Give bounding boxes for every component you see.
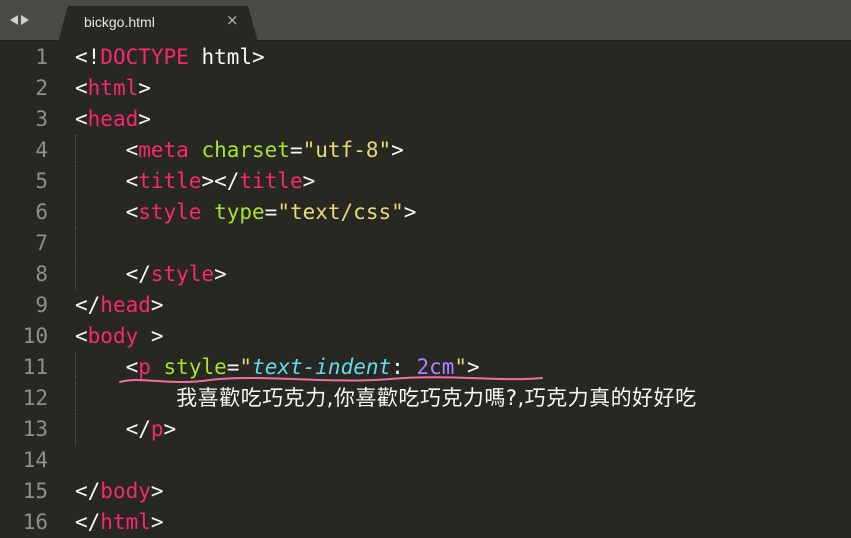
code-token: type [214,200,265,224]
line-number: 2 [35,76,48,100]
code-token: html> [188,45,265,69]
code-token: = [264,200,278,224]
code-editor[interactable]: 1 <!DOCTYPE html> 2 <html> 3 <head> 4 <meta ch… [0,42,851,537]
code-token: html [100,510,151,534]
code-text: </html> [75,507,164,538]
code-text: <meta charset="utf-8"> [75,135,404,166]
code-token: < [75,76,88,100]
code-text: </body> [75,476,164,507]
close-icon[interactable]: × [226,11,239,29]
code-token: body [100,479,151,503]
code-line[interactable]: 4 <meta charset="utf-8"> [0,135,851,166]
code-token: < [75,200,139,224]
code-token: "text/css" [277,200,404,224]
code-line[interactable]: 1 <!DOCTYPE html> [0,42,851,73]
arrow-left-icon[interactable] [10,15,18,25]
code-token: DOCTYPE [100,45,189,69]
code-token: > [150,293,164,317]
code-token: </ [75,479,101,503]
tab-bar: bickgo.html × [0,0,851,42]
line-number: 3 [35,107,48,131]
code-token: style [150,262,215,286]
code-text: </style> [75,259,227,290]
code-token: > [391,138,404,162]
code-token: > [138,324,164,348]
code-text: <title></title> [75,166,316,197]
code-line[interactable]: 2 <html> [0,73,851,104]
code-token: < [75,169,139,193]
code-token: title [138,169,202,193]
code-token: meta [138,138,189,162]
code-token: > [138,107,151,131]
code-line[interactable]: 10 <body > [0,321,851,352]
line-number: 1 [35,45,48,69]
line-number: 13 [22,417,48,441]
line-number: 9 [35,293,48,317]
tab-nav [10,10,29,30]
code-token: </ [75,510,101,534]
code-token: </ [75,417,151,441]
code-text: <head> [75,104,151,135]
code-token: > [214,262,227,286]
line-number: 14 [22,448,48,472]
code-token: title [239,169,303,193]
annotation-underline-stroke [119,376,543,383]
code-token: charset [201,138,290,162]
code-token: > [403,200,417,224]
code-token: > [302,169,316,193]
code-line[interactable]: 14 [0,445,851,476]
code-line[interactable]: 6 <style type="text/css"> [0,197,851,228]
code-token: < [75,107,88,131]
line-number: 11 [22,355,48,379]
code-token: head [87,107,139,131]
code-token: style [138,200,202,224]
code-token: > [150,479,164,503]
code-line[interactable]: 16 </html> [0,507,851,538]
code-token: head [100,293,151,317]
code-token: < [75,324,88,348]
code-text: <!DOCTYPE html> [75,42,265,73]
code-text: <html> [75,73,151,104]
tab-bickgo-html[interactable]: bickgo.html × [58,6,258,42]
code-line[interactable]: 13 </p> [0,414,851,445]
code-line[interactable]: 7 [0,228,851,259]
code-text: <body > [75,321,164,352]
indent-guide [75,228,76,259]
line-number: 16 [22,510,48,534]
line-number: 15 [22,479,48,503]
code-token: </ [75,293,101,317]
code-token: = [289,138,303,162]
code-line[interactable]: 15 </body> [0,476,851,507]
code-token: > [163,417,177,441]
code-token: <! [75,45,101,69]
line-number: 10 [22,324,48,348]
code-line[interactable]: 5 <title></title> [0,166,851,197]
tab-title: bickgo.html [84,14,155,30]
code-token: html [87,76,139,100]
line-number: 5 [35,169,48,193]
code-line[interactable]: 3 <head> [0,104,851,135]
line-number: 4 [35,138,48,162]
code-token: > [138,76,151,100]
code-text: </p> [75,414,177,445]
line-number: 8 [35,262,48,286]
code-line[interactable]: 8 </style> [0,259,851,290]
code-text: </head> [75,290,164,321]
code-line[interactable]: 9 </head> [0,290,851,321]
code-token: "utf-8" [302,138,392,162]
code-token: body [87,324,139,348]
line-number: 7 [35,231,48,255]
line-number: 6 [35,200,48,224]
code-token: </ [75,262,151,286]
code-token: ></ [201,169,240,193]
code-token: < [75,138,139,162]
line-number: 12 [22,386,48,410]
code-token: > [150,510,164,534]
arrow-right-icon[interactable] [21,15,29,25]
annotation-underline [119,376,543,383]
code-text: <style type="text/css"> [75,197,417,228]
code-token: p [150,417,164,441]
